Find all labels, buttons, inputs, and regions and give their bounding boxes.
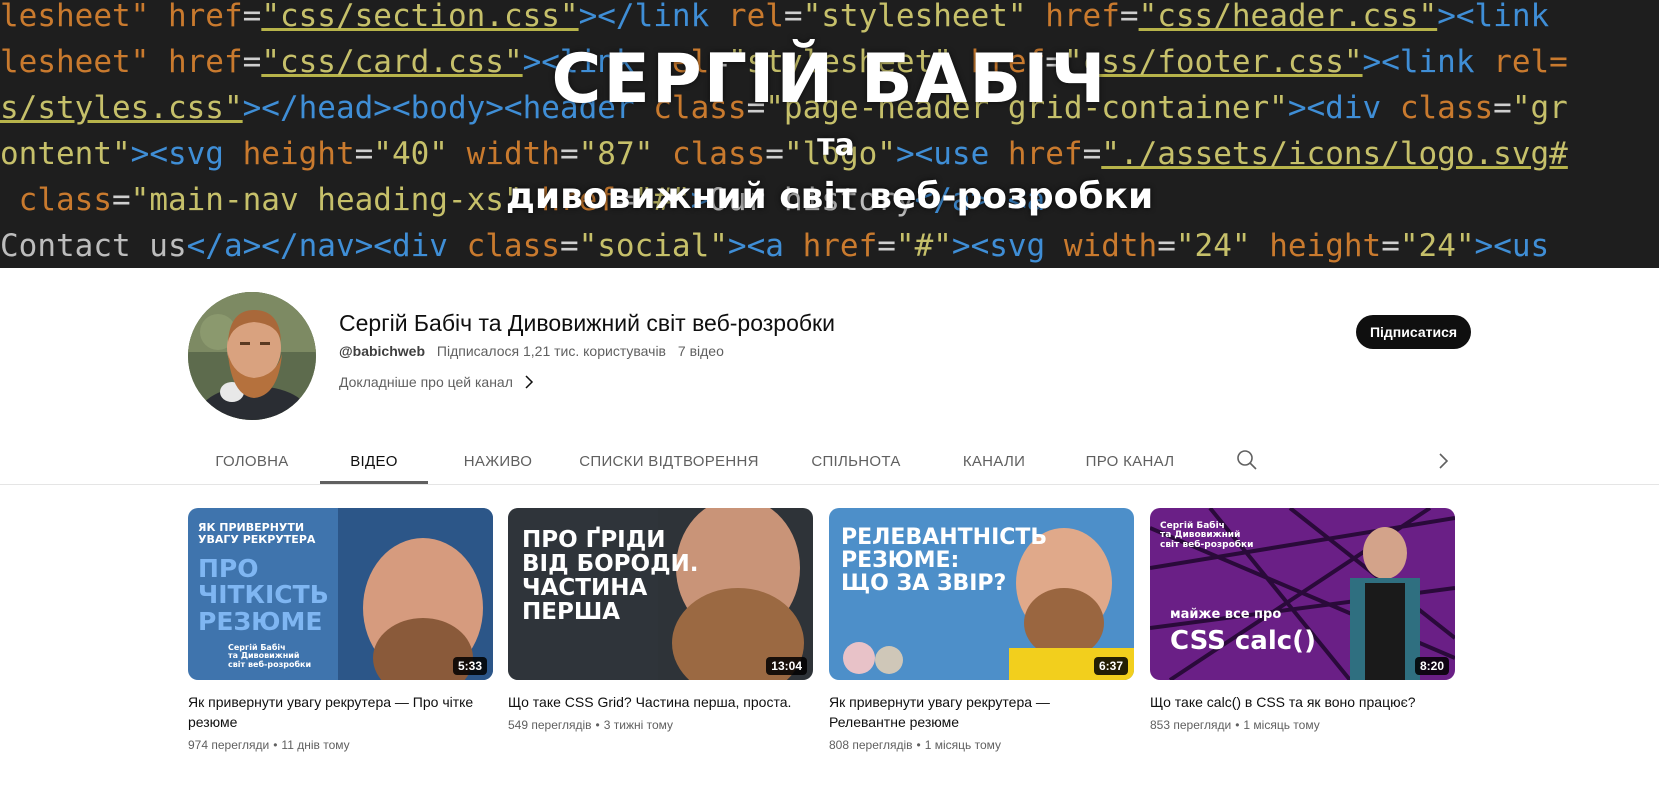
tab-channels[interactable]: КАНАЛИ [940, 438, 1048, 484]
video-meta: 549 переглядів • 3 тижні тому [508, 718, 674, 732]
video-duration: 8:20 [1414, 657, 1449, 675]
thumbnail-brand: Сергій Бабіч та Дивовижний світ веб-розр… [228, 643, 312, 669]
banner-subtitle: дивовижний світ веб-розробки [505, 176, 1154, 217]
tab-community[interactable]: СПІЛЬНОТА [792, 438, 920, 484]
thumbnail-caption: ЯК ПРИВЕРНУТИ УВАГУ РЕКРУТЕРА [198, 521, 316, 546]
channel-more-label: Докладніше про цей канал [339, 374, 513, 390]
video-card[interactable]: ПРО ҐРІДИ ВІД БОРОДИ. ЧАСТИНА ПЕРША 13:0… [508, 508, 813, 732]
banner-connector: та [817, 128, 855, 163]
video-meta: 808 переглядів • 1 місяць тому [829, 738, 1002, 752]
subscribe-button[interactable]: Підписатися [1356, 315, 1471, 349]
video-title[interactable]: Що таке calc() в CSS та як воно працює? [1150, 692, 1450, 712]
video-meta: 853 перегляди • 1 місяць тому [1150, 718, 1320, 732]
video-views: 808 переглядів [829, 738, 913, 752]
chevron-right-icon [1439, 453, 1449, 469]
avatar-portrait-image [188, 292, 316, 420]
thumbnail-headline: ПРО ҐРІДИ ВІД БОРОДИ. ЧАСТИНА ПЕРША [522, 527, 699, 626]
video-card[interactable]: Сергій Бабіч та Дивовижний світ веб-розр… [1150, 508, 1455, 732]
banner-title: СЕРГІЙ БАБІЧ [551, 40, 1108, 119]
thumbnail-brand: Сергій Бабіч та Дивовижний світ веб-розр… [1160, 521, 1254, 550]
video-thumbnail[interactable]: ПРО ҐРІДИ ВІД БОРОДИ. ЧАСТИНА ПЕРША 13:0… [508, 508, 813, 680]
channel-avatar[interactable] [188, 292, 316, 420]
tab-playlists[interactable]: СПИСКИ ВІДТВОРЕННЯ [572, 438, 766, 484]
tab-home[interactable]: ГОЛОВНА [188, 438, 316, 484]
subscriber-count: Підписалося 1,21 тис. користувачів [436, 343, 666, 359]
tabs-divider [0, 484, 1659, 485]
thumbnail-headline: ПРО ЧІТКІСТЬ РЕЗЮМЕ [198, 554, 329, 636]
thumbnail-headline: РЕЛЕВАНТНІСТЬ РЕЗЮМЕ: ЩО ЗА ЗВІР? [841, 525, 1048, 597]
thumbnail-caption: майже все про [1170, 607, 1282, 622]
thumbnail-headline: CSS calc() [1170, 626, 1316, 656]
channel-more-link[interactable]: Докладніше про цей канал [339, 374, 535, 390]
video-duration: 13:04 [766, 657, 807, 675]
video-age: 1 місяць тому [924, 738, 1002, 752]
video-views: 549 переглядів [508, 718, 592, 732]
video-count: 7 відео [677, 343, 724, 359]
video-card[interactable]: РЕЛЕВАНТНІСТЬ РЕЗЮМЕ: ЩО ЗА ЗВІР? 6:37 Я… [829, 508, 1134, 752]
video-title[interactable]: Що таке CSS Grid? Частина перша, проста. [508, 692, 808, 712]
search-icon [1237, 450, 1257, 470]
tab-about[interactable]: ПРО КАНАЛ [1068, 438, 1192, 484]
banner-code-line: Contact us</a></nav><div class="social">… [0, 228, 1550, 264]
tabs-scroll-right-button[interactable] [1432, 450, 1454, 472]
banner-code-line: ontent"><svg height="40" width="87" clas… [0, 136, 1568, 172]
video-views: 853 перегляди [1150, 718, 1232, 732]
video-thumbnail[interactable]: ЯК ПРИВЕРНУТИ УВАГУ РЕКРУТЕРА ПРО ЧІТКІС… [188, 508, 493, 680]
video-views: 974 перегляди [188, 738, 270, 752]
video-thumbnail[interactable]: РЕЛЕВАНТНІСТЬ РЕЗЮМЕ: ЩО ЗА ЗВІР? 6:37 [829, 508, 1134, 680]
video-thumbnail[interactable]: Сергій Бабіч та Дивовижний світ веб-розр… [1150, 508, 1455, 680]
video-duration: 6:37 [1093, 657, 1128, 675]
channel-tabs: ГОЛОВНА ВІДЕО НАЖИВО СПИСКИ ВІДТВОРЕННЯ … [188, 438, 1488, 484]
video-age: 3 тижні тому [603, 718, 674, 732]
channel-banner: lesheet" href="css/section.css"></link r… [0, 0, 1659, 268]
video-duration: 5:33 [452, 657, 487, 675]
tab-live[interactable]: НАЖИВО [444, 438, 552, 484]
channel-meta: @babichweb Підписалося 1,21 тис. користу… [339, 343, 724, 359]
tab-videos[interactable]: ВІДЕО [320, 438, 428, 484]
channel-handle[interactable]: @babichweb [339, 343, 425, 359]
chevron-right-icon [525, 375, 533, 389]
channel-name: Сергій Бабіч та Дивовижний світ веб-розр… [339, 310, 835, 336]
video-card[interactable]: ЯК ПРИВЕРНУТИ УВАГУ РЕКРУТЕРА ПРО ЧІТКІС… [188, 508, 493, 752]
video-title[interactable]: Як привернути увагу рекрутера — Про чітк… [188, 692, 488, 732]
video-title[interactable]: Як привернути увагу рекрутера — Релевант… [829, 692, 1129, 732]
video-age: 11 днів тому [281, 738, 350, 752]
channel-search-button[interactable] [1236, 449, 1258, 471]
banner-code-line: lesheet" href="css/section.css"></link r… [0, 0, 1550, 34]
video-age: 1 місяць тому [1243, 718, 1320, 732]
video-meta: 974 перегляди • 11 днів тому [188, 738, 350, 752]
